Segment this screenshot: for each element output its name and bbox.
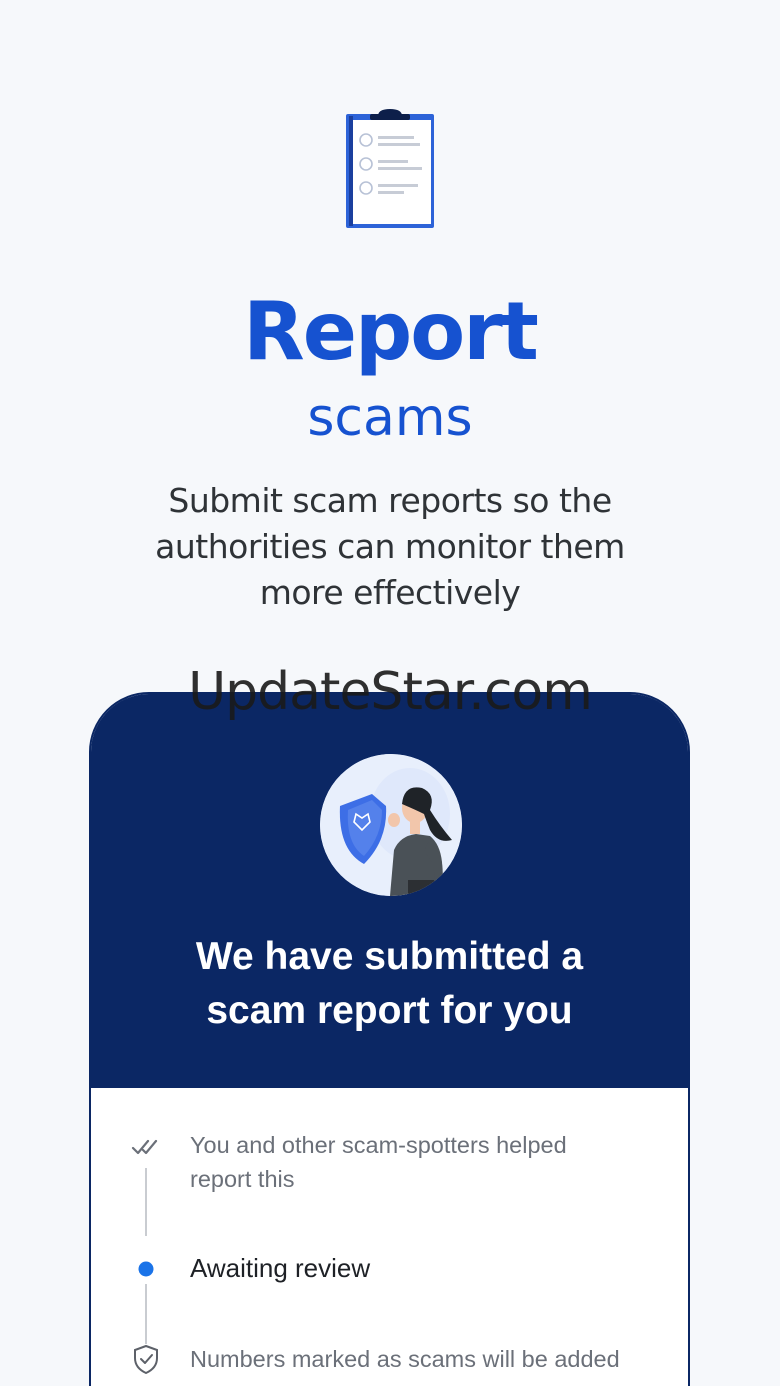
page-title: Report <box>243 285 539 378</box>
blue-dot-icon <box>131 1254 161 1284</box>
card-header: We have submitted a scam report for you <box>91 694 688 1088</box>
clipboard-checklist-icon <box>340 106 440 231</box>
double-check-icon <box>131 1132 161 1162</box>
card-title: We have submitted a scam report for you <box>195 935 584 1032</box>
scam-report-card: We have submitted a scam report for you … <box>89 692 690 1386</box>
step-awaiting-review: Awaiting review <box>190 1253 371 1283</box>
page-subtitle: scams <box>307 388 473 448</box>
timeline-connector <box>145 1168 147 1236</box>
step-numbers-added: Numbers marked as scams will be added <box>190 1346 620 1372</box>
woman-with-shield-illustration <box>320 754 462 896</box>
step-helped-report: You and other scam-spotters helped repor… <box>190 1132 567 1192</box>
page-description: Submit scam reports so the authorities c… <box>155 481 625 612</box>
timeline-connector <box>145 1284 147 1344</box>
shield-check-icon <box>131 1344 161 1375</box>
